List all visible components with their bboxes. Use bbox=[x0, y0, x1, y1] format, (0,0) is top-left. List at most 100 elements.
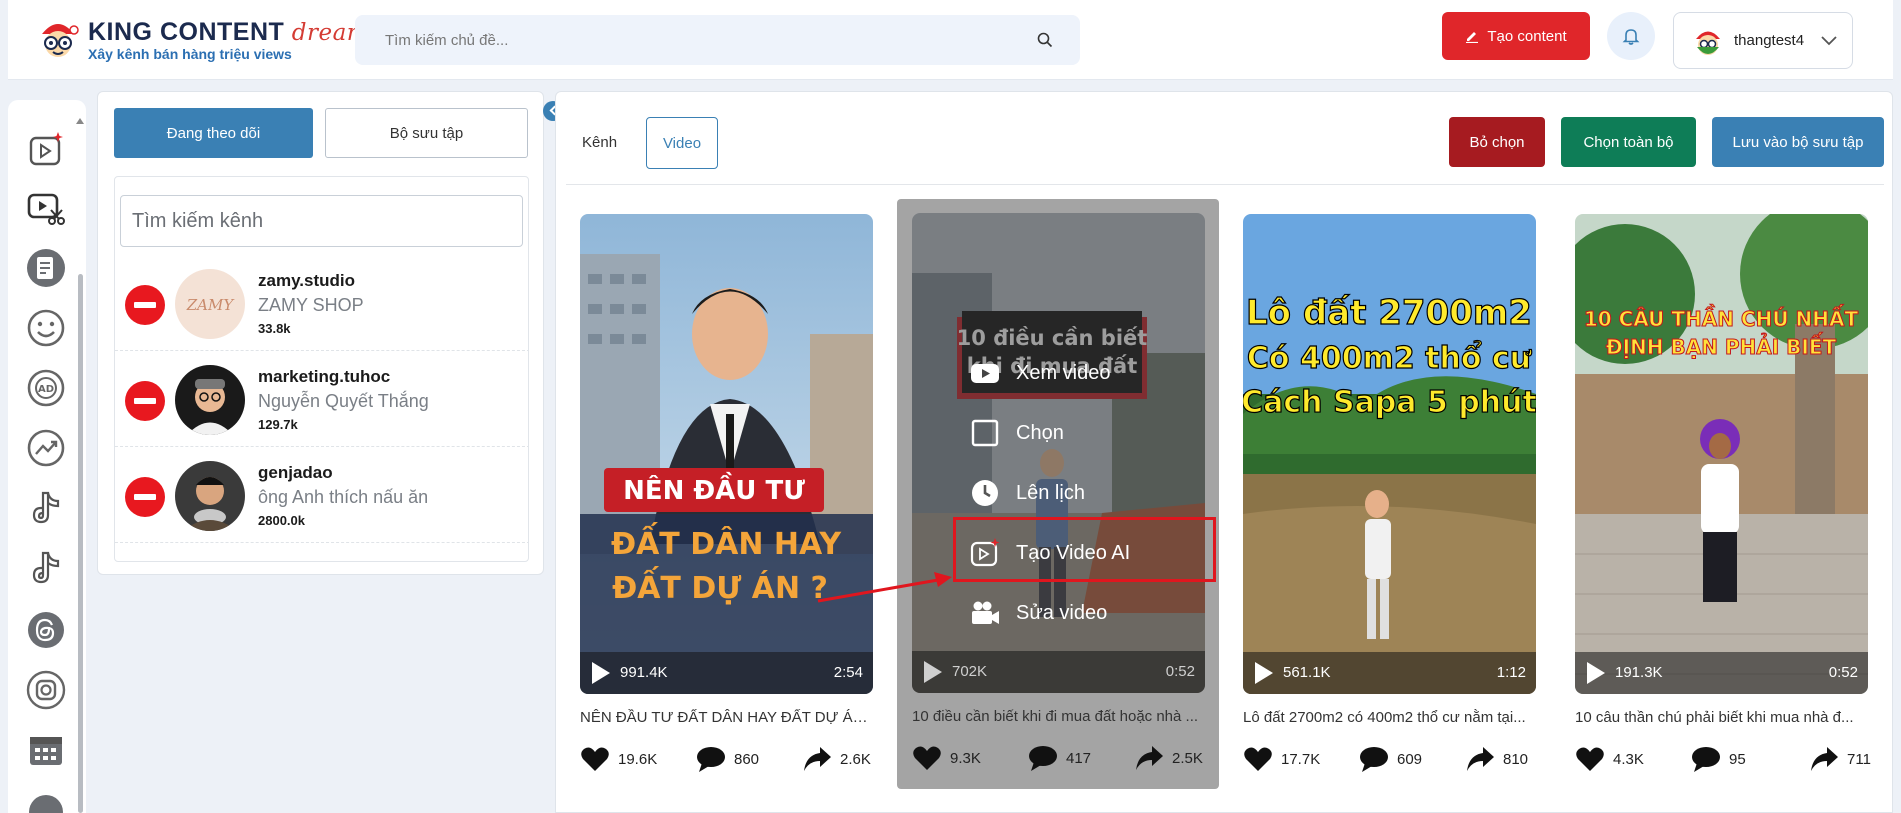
clock-icon bbox=[972, 480, 998, 506]
schedule-item[interactable]: Lên lịch bbox=[970, 471, 1085, 515]
person-avatar-icon bbox=[183, 477, 237, 531]
share-icon bbox=[1136, 746, 1163, 770]
channel-handle: marketing.tuhoc bbox=[258, 367, 391, 386]
channel-followers: 2800.0k bbox=[258, 513, 305, 528]
video-meta-bar: 561.1K 1:12 bbox=[1243, 652, 1536, 694]
unfollow-button[interactable] bbox=[125, 381, 165, 421]
select-video-item[interactable]: Chọn bbox=[970, 411, 1064, 455]
video-duration: 2:54 bbox=[833, 664, 863, 681]
heart-icon bbox=[1244, 747, 1272, 771]
top-header: KING CONTENT dream Xây kênh bán hàng tri… bbox=[8, 0, 1893, 80]
likes-stat: 9.3K bbox=[912, 743, 981, 773]
likes-stat: 19.6K bbox=[580, 744, 657, 774]
video-action-menu: Xem video Chọn Lên lịch Tạo Video AI Sửa… bbox=[970, 345, 1230, 645]
play-icon[interactable] bbox=[1587, 662, 1605, 684]
video-title[interactable]: Lô đất 2700m2 có 400m2 thổ cư nằm tại... bbox=[1243, 709, 1536, 726]
video-title[interactable]: NÊN ĐẦU TƯ ĐẤT DÂN HAY ĐẤT DỰ ÁN?... bbox=[580, 709, 873, 726]
calendar-icon[interactable] bbox=[26, 730, 66, 770]
unfollow-button[interactable] bbox=[125, 285, 165, 325]
comments-stat: 95 bbox=[1691, 744, 1746, 774]
tiktok-icon[interactable] bbox=[26, 488, 66, 528]
video-title[interactable]: 10 câu thần chú phải biết khi mua nhà đ.… bbox=[1575, 709, 1868, 726]
logo[interactable]: KING CONTENT dream Xây kênh bán hàng tri… bbox=[36, 14, 369, 66]
filter-video-tab[interactable]: Video bbox=[646, 117, 718, 169]
channel-avatar bbox=[175, 365, 245, 435]
create-content-label: Tạo content bbox=[1487, 27, 1567, 45]
video-meta-bar: 702K 0:52 bbox=[912, 651, 1205, 693]
heart-icon bbox=[1576, 747, 1604, 771]
instagram-icon[interactable] bbox=[26, 670, 66, 710]
list-item[interactable]: ZAMY zamy.studio ZAMY SHOP 33.8k bbox=[115, 255, 528, 351]
video-spark-icon[interactable] bbox=[26, 130, 66, 170]
svg-text:Lô đất 2700m2: Lô đất 2700m2 bbox=[1246, 293, 1532, 333]
smiley-icon[interactable] bbox=[26, 308, 66, 348]
video-thumbnail[interactable]: NÊN ĐẦU TƯ ĐẤT DÂN HAY ĐẤT DỰ ÁN ? 991.4… bbox=[580, 214, 873, 694]
user-menu[interactable]: thangtest4 bbox=[1673, 12, 1853, 69]
watch-video-item[interactable]: Xem video bbox=[970, 351, 1111, 395]
pencil-icon bbox=[1466, 32, 1479, 43]
unfollow-button[interactable] bbox=[125, 477, 165, 517]
bell-icon bbox=[1622, 29, 1640, 45]
save-to-collection-button[interactable]: Lưu vào bộ sưu tập bbox=[1712, 117, 1884, 167]
video-duration: 1:12 bbox=[1496, 664, 1526, 681]
video-duration: 0:52 bbox=[1828, 664, 1858, 681]
filter-channel-tab[interactable]: Kênh bbox=[582, 134, 617, 151]
search-icon[interactable] bbox=[1036, 31, 1054, 49]
scroll-thumb[interactable] bbox=[78, 274, 83, 813]
play-icon[interactable] bbox=[592, 662, 610, 684]
share-icon bbox=[1811, 747, 1838, 771]
list-item[interactable]: genjadao ông Anh thích nấu ăn 2800.0k bbox=[115, 447, 528, 543]
comments-stat: 609 bbox=[1359, 744, 1422, 774]
deselect-button[interactable]: Bỏ chọn bbox=[1449, 117, 1545, 167]
video-stats: 9.3K 417 2.5K bbox=[912, 743, 1205, 779]
channel-name: ZAMY SHOP bbox=[258, 295, 364, 315]
svg-text:ĐẤT DÂN HAY: ĐẤT DÂN HAY bbox=[611, 521, 842, 562]
video-thumbnail[interactable]: 10 CÂU THẦN CHÚ NHẤT ĐỊNH BẠN PHẢI BIẾT … bbox=[1575, 214, 1868, 694]
topic-search-input[interactable] bbox=[355, 15, 1080, 65]
video-title[interactable]: 10 điều cần biết khi đi mua đất hoặc nhà… bbox=[912, 708, 1205, 725]
logo-title: KING CONTENT dream bbox=[88, 18, 370, 46]
scroll-up-arrow-icon[interactable] bbox=[76, 118, 84, 124]
username: thangtest4 bbox=[1734, 32, 1805, 49]
chevron-down-icon bbox=[1821, 36, 1837, 46]
trend-icon[interactable] bbox=[26, 428, 66, 468]
channel-avatar: ZAMY bbox=[175, 269, 245, 339]
video-views: 991.4K bbox=[620, 664, 668, 681]
heart-icon bbox=[913, 746, 941, 770]
select-all-button[interactable]: Chọn toàn bộ bbox=[1561, 117, 1696, 167]
channel-search-input[interactable] bbox=[121, 196, 522, 246]
sidebar-rail: AD bbox=[8, 100, 86, 813]
tiktok-alt-icon[interactable] bbox=[26, 548, 66, 588]
play-icon[interactable] bbox=[924, 661, 942, 683]
likes-stat: 4.3K bbox=[1575, 744, 1644, 774]
svg-text:ZAMY: ZAMY bbox=[186, 296, 236, 314]
video-thumbnail[interactable]: Lô đất 2700m2 Có 400m2 thổ cư Cách Sapa … bbox=[1243, 214, 1536, 694]
video-edit-icon[interactable] bbox=[26, 188, 66, 228]
play-icon[interactable] bbox=[1255, 662, 1273, 684]
more-icon[interactable] bbox=[26, 792, 66, 813]
list-item[interactable]: marketing.tuhoc Nguyễn Quyết Thắng 129.7… bbox=[115, 351, 528, 447]
channel-followers: 33.8k bbox=[258, 321, 291, 336]
sidebar-scrollbar[interactable] bbox=[76, 118, 84, 813]
ad-icon[interactable]: AD bbox=[26, 368, 66, 408]
likes-stat: 17.7K bbox=[1243, 744, 1320, 774]
video-camera-icon bbox=[972, 601, 999, 624]
video-stats: 4.3K 95 711 bbox=[1575, 744, 1871, 780]
notification-button[interactable] bbox=[1607, 12, 1655, 60]
edit-video-item[interactable]: Sửa video bbox=[970, 591, 1107, 635]
logo-subtitle: Xây kênh bán hàng triệu views bbox=[88, 46, 292, 62]
threads-icon[interactable] bbox=[26, 610, 66, 650]
tab-collection[interactable]: Bộ sưu tập bbox=[325, 108, 528, 158]
comments-stat: 417 bbox=[1028, 743, 1091, 773]
channel-handle: genjadao bbox=[258, 463, 333, 482]
comment-icon bbox=[1029, 746, 1057, 771]
video-meta-bar: 191.3K 0:52 bbox=[1575, 652, 1868, 694]
document-icon[interactable] bbox=[26, 248, 66, 288]
channel-panel: Đang theo dõi Bộ sưu tập ZAMY zamy.studi… bbox=[97, 91, 544, 575]
share-icon bbox=[804, 747, 831, 771]
topic-search bbox=[355, 15, 1080, 65]
comment-icon bbox=[1692, 747, 1720, 772]
tab-following[interactable]: Đang theo dõi bbox=[114, 108, 313, 158]
channel-name: Nguyễn Quyết Thắng bbox=[258, 391, 429, 411]
create-content-button[interactable]: Tạo content bbox=[1442, 12, 1590, 60]
